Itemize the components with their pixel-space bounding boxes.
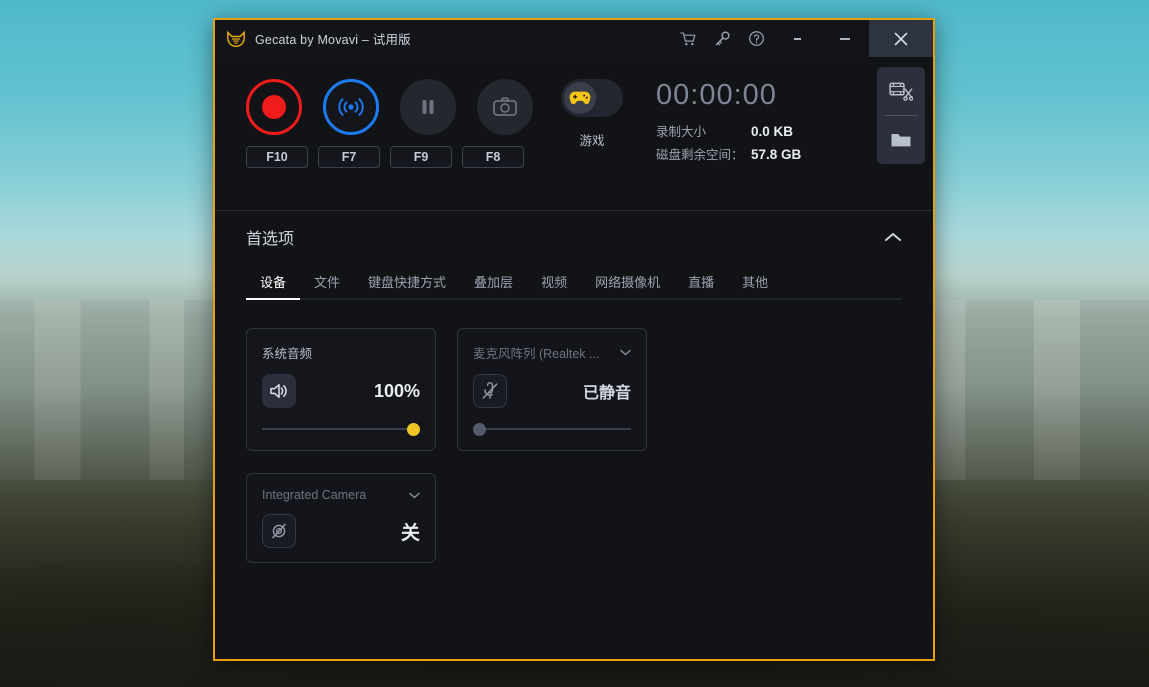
speaker-on-icon[interactable] [262, 374, 296, 408]
record-button[interactable] [246, 79, 302, 135]
game-mode-label: 游戏 [579, 134, 605, 148]
tab-streaming[interactable]: 直播 [674, 272, 728, 300]
microphone-muted-icon[interactable] [473, 374, 507, 408]
status-section: 00:00:00 录制大小 0.0 KB 磁盘剩余空间： 57.8 GB [656, 57, 801, 210]
video-editor-button[interactable] [877, 67, 925, 115]
chevron-up-icon [885, 233, 901, 241]
system-audio-slider-knob[interactable] [407, 422, 420, 436]
minimize-to-tray-glyph [793, 37, 801, 40]
broadcast-icon [338, 98, 364, 116]
chevron-down-icon[interactable] [620, 349, 631, 356]
system-audio-row: 100% [262, 374, 420, 408]
tabs-track [246, 298, 902, 300]
transport-button-row [246, 79, 533, 135]
side-rail-group [877, 67, 925, 164]
open-folder-button[interactable] [877, 116, 925, 164]
microphone-device-label: 麦克风阵列 (Realtek ... [473, 347, 600, 361]
microphone-card: 麦克风阵列 (Realtek ... 已静音 [457, 328, 647, 451]
disk-space-label: 磁盘剩余空间： [656, 148, 744, 162]
stream-button[interactable] [323, 79, 379, 135]
camera-value: 关 [400, 522, 420, 544]
recording-size-value: 0.0 KB [751, 124, 794, 139]
collapse-preferences-button[interactable] [884, 231, 902, 243]
active-tab-indicator [246, 298, 301, 300]
pause-button[interactable] [400, 79, 456, 135]
game-mode-section: 游戏 [561, 57, 623, 210]
tab-overlays[interactable]: 叠加层 [460, 272, 527, 300]
help-icon[interactable] [739, 20, 773, 57]
devices-cards: 系统音频 100% 麦克风阵列 (Realtek ... 已静音 Integra… [215, 300, 933, 591]
camera-row: 关 [262, 514, 420, 548]
cart-icon[interactable] [671, 20, 705, 57]
system-audio-card: 系统音频 100% [246, 328, 436, 451]
disk-space-value: 57.8 GB [751, 147, 802, 162]
recording-control-panel: F10 F7 F9 F8 游戏 00:00:00 录制大小 0.0 KB 磁盘剩… [215, 57, 933, 211]
microphone-slider-knob[interactable] [473, 422, 486, 436]
recording-size-label: 录制大小 [656, 125, 707, 139]
folder-icon [891, 134, 911, 147]
tab-devices[interactable]: 设备 [246, 272, 300, 300]
microphone-row: 已静音 [473, 374, 631, 408]
disk-space-row: 磁盘剩余空间： 57.8 GB [656, 144, 801, 163]
minimize-button[interactable] [821, 20, 869, 57]
gamepad-icon [569, 91, 591, 105]
transport-controls: F10 F7 F9 F8 [215, 57, 533, 210]
film-scissors-icon [889, 82, 913, 101]
game-mode-toggle[interactable] [561, 79, 623, 117]
system-audio-title: 系统音频 [262, 343, 420, 362]
preferences-header: 首选项 [215, 211, 933, 263]
camera-cards-row: Integrated Camera 关 [246, 473, 902, 563]
microphone-slider[interactable] [473, 422, 631, 436]
close-button[interactable] [869, 20, 933, 57]
hotkey-row: F10 F7 F9 F8 [246, 146, 533, 168]
record-hotkey-button[interactable]: F10 [246, 146, 308, 168]
system-audio-label: 系统音频 [262, 347, 313, 361]
tab-other[interactable]: 其他 [728, 272, 782, 300]
minimize-to-tray-button[interactable] [773, 20, 821, 57]
gecata-cat-logo-icon [226, 29, 246, 49]
game-mode-toggle-knob [564, 82, 596, 114]
system-audio-value: 100% [373, 380, 420, 401]
screenshot-hotkey-button[interactable]: F8 [462, 146, 524, 168]
tab-video[interactable]: 视频 [527, 272, 581, 300]
system-audio-slider-track [262, 428, 420, 430]
record-dot-icon [262, 95, 286, 119]
gecata-application-window: Gecata by Movavi – 试用版 F10 F7 F9 F8 游戏 0… [213, 18, 935, 661]
preferences-title: 首选项 [246, 231, 295, 248]
system-audio-slider[interactable] [262, 422, 420, 436]
tab-keyboard-shortcuts[interactable]: 键盘快捷方式 [354, 272, 460, 300]
camera-title[interactable]: Integrated Camera [262, 488, 420, 502]
microphone-slider-track [473, 428, 631, 430]
microphone-value: 已静音 [582, 385, 631, 402]
camera-device-label: Integrated Camera [262, 488, 367, 502]
camera-off-icon[interactable] [262, 514, 296, 548]
side-rail [869, 57, 933, 210]
recording-size-row: 录制大小 0.0 KB [656, 121, 801, 140]
preferences-tabs: 设备 文件 键盘快捷方式 叠加层 视频 网络摄像机 直播 其他 [215, 263, 933, 300]
pause-hotkey-button[interactable]: F9 [390, 146, 452, 168]
pause-icon [422, 100, 434, 114]
stream-hotkey-button[interactable]: F7 [318, 146, 380, 168]
camera-card: Integrated Camera 关 [246, 473, 436, 563]
preferences-panel: 首选项 设备 文件 键盘快捷方式 叠加层 视频 网络摄像机 直播 其他 系统音频… [215, 211, 933, 659]
key-icon[interactable] [705, 20, 739, 57]
close-icon [894, 32, 908, 45]
chevron-down-icon[interactable] [409, 492, 420, 499]
tab-files[interactable]: 文件 [300, 272, 354, 300]
title-bar: Gecata by Movavi – 试用版 [215, 20, 933, 57]
microphone-title[interactable]: 麦克风阵列 (Realtek ... [473, 343, 631, 362]
screenshot-button[interactable] [477, 79, 533, 135]
camera-icon [493, 97, 517, 116]
recording-timer: 00:00:00 [656, 79, 777, 111]
minimize-glyph [840, 37, 850, 40]
audio-cards-row: 系统音频 100% 麦克风阵列 (Realtek ... 已静音 [246, 328, 902, 451]
desktop-background: Gecata by Movavi – 试用版 F10 F7 F9 F8 游戏 0… [0, 0, 1149, 687]
window-title: Gecata by Movavi – 试用版 [255, 33, 411, 47]
tab-webcam[interactable]: 网络摄像机 [581, 272, 674, 300]
